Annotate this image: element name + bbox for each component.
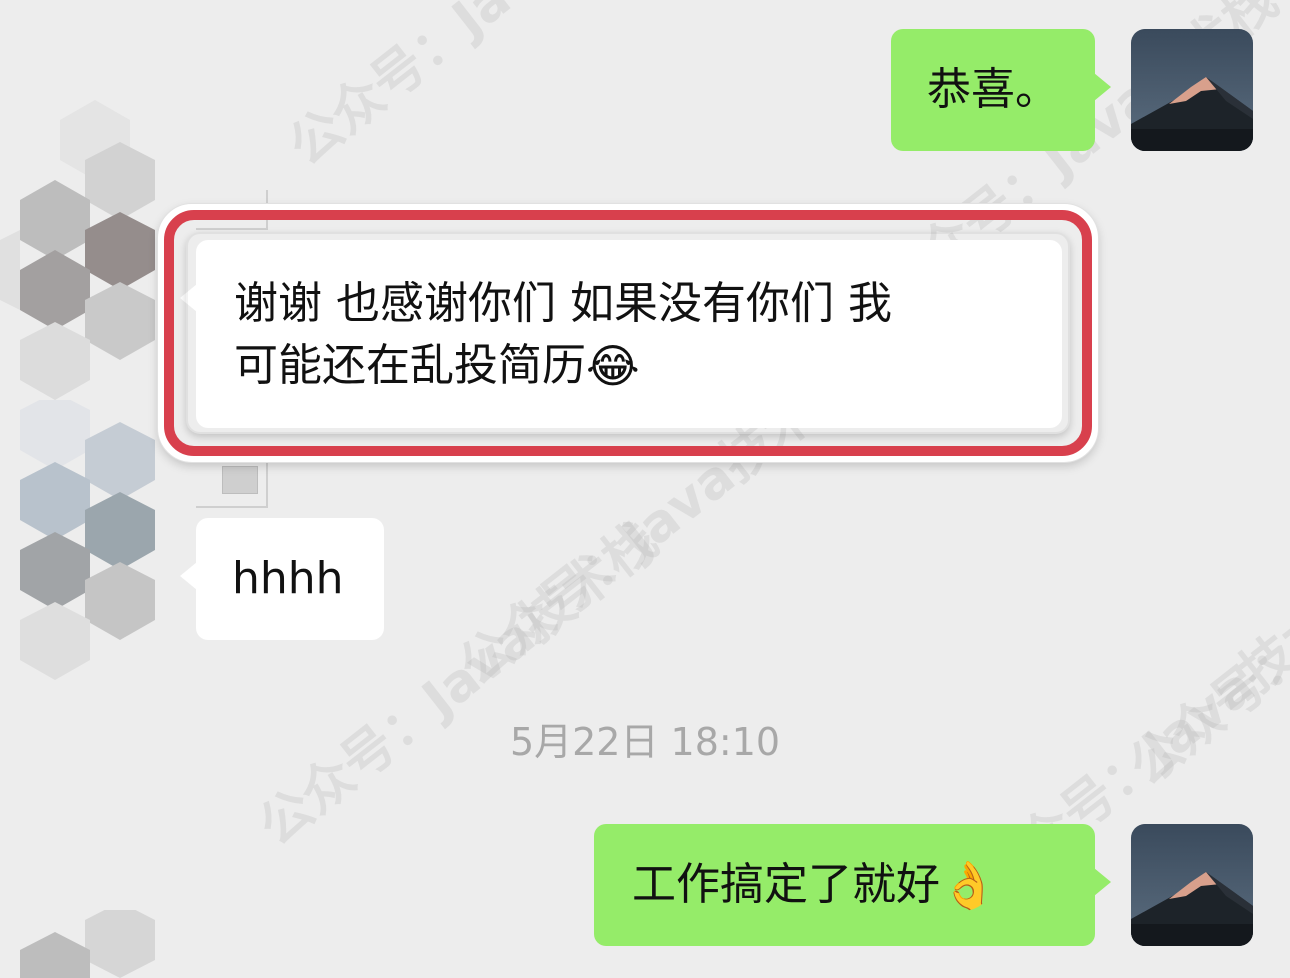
tears-of-joy-emoji-icon: 😂 [586,339,640,393]
message-text: 谢谢 也感谢你们 如果没有你们 我 [234,278,892,329]
ok-hand-emoji-icon: 👌 [940,858,998,912]
chat-screen: 公众号：Java技术栈 公众号：Java技术栈 公众号：Java技术栈 公众号：… [0,0,1290,978]
fragment-line [266,190,268,230]
watermark: 公众号：Java技术栈 [278,0,700,178]
fragment-line [266,462,268,508]
message-text-line: 可能还在乱投简历😂 [234,339,640,393]
mountain-avatar-icon [1131,29,1253,151]
image-fragment [222,466,258,494]
message-text: 恭喜。 [927,64,1059,115]
self-avatar[interactable] [1131,824,1253,946]
contact-avatar-blurred[interactable] [0,400,170,690]
fragment-line [196,228,268,230]
message-bubble-self[interactable]: 恭喜。 [891,29,1111,151]
message-text: hhhh [232,553,344,604]
message-text: 工作搞定了就好 [632,859,940,910]
message-bubble-other[interactable]: 谢谢 也感谢你们 如果没有你们 我 可能还在乱投简历😂 [180,240,1062,428]
contact-avatar-blurred [0,910,170,978]
mountain-avatar-icon [1131,824,1253,946]
message-bubble-other[interactable]: hhhh [180,518,384,640]
fragment-line [196,506,268,508]
contact-avatar-blurred[interactable] [0,100,170,400]
self-avatar[interactable] [1131,29,1253,151]
chat-timestamp: 5月22日 18:10 [509,720,781,764]
message-bubble-self[interactable]: 工作搞定了就好👌 [594,824,1111,946]
